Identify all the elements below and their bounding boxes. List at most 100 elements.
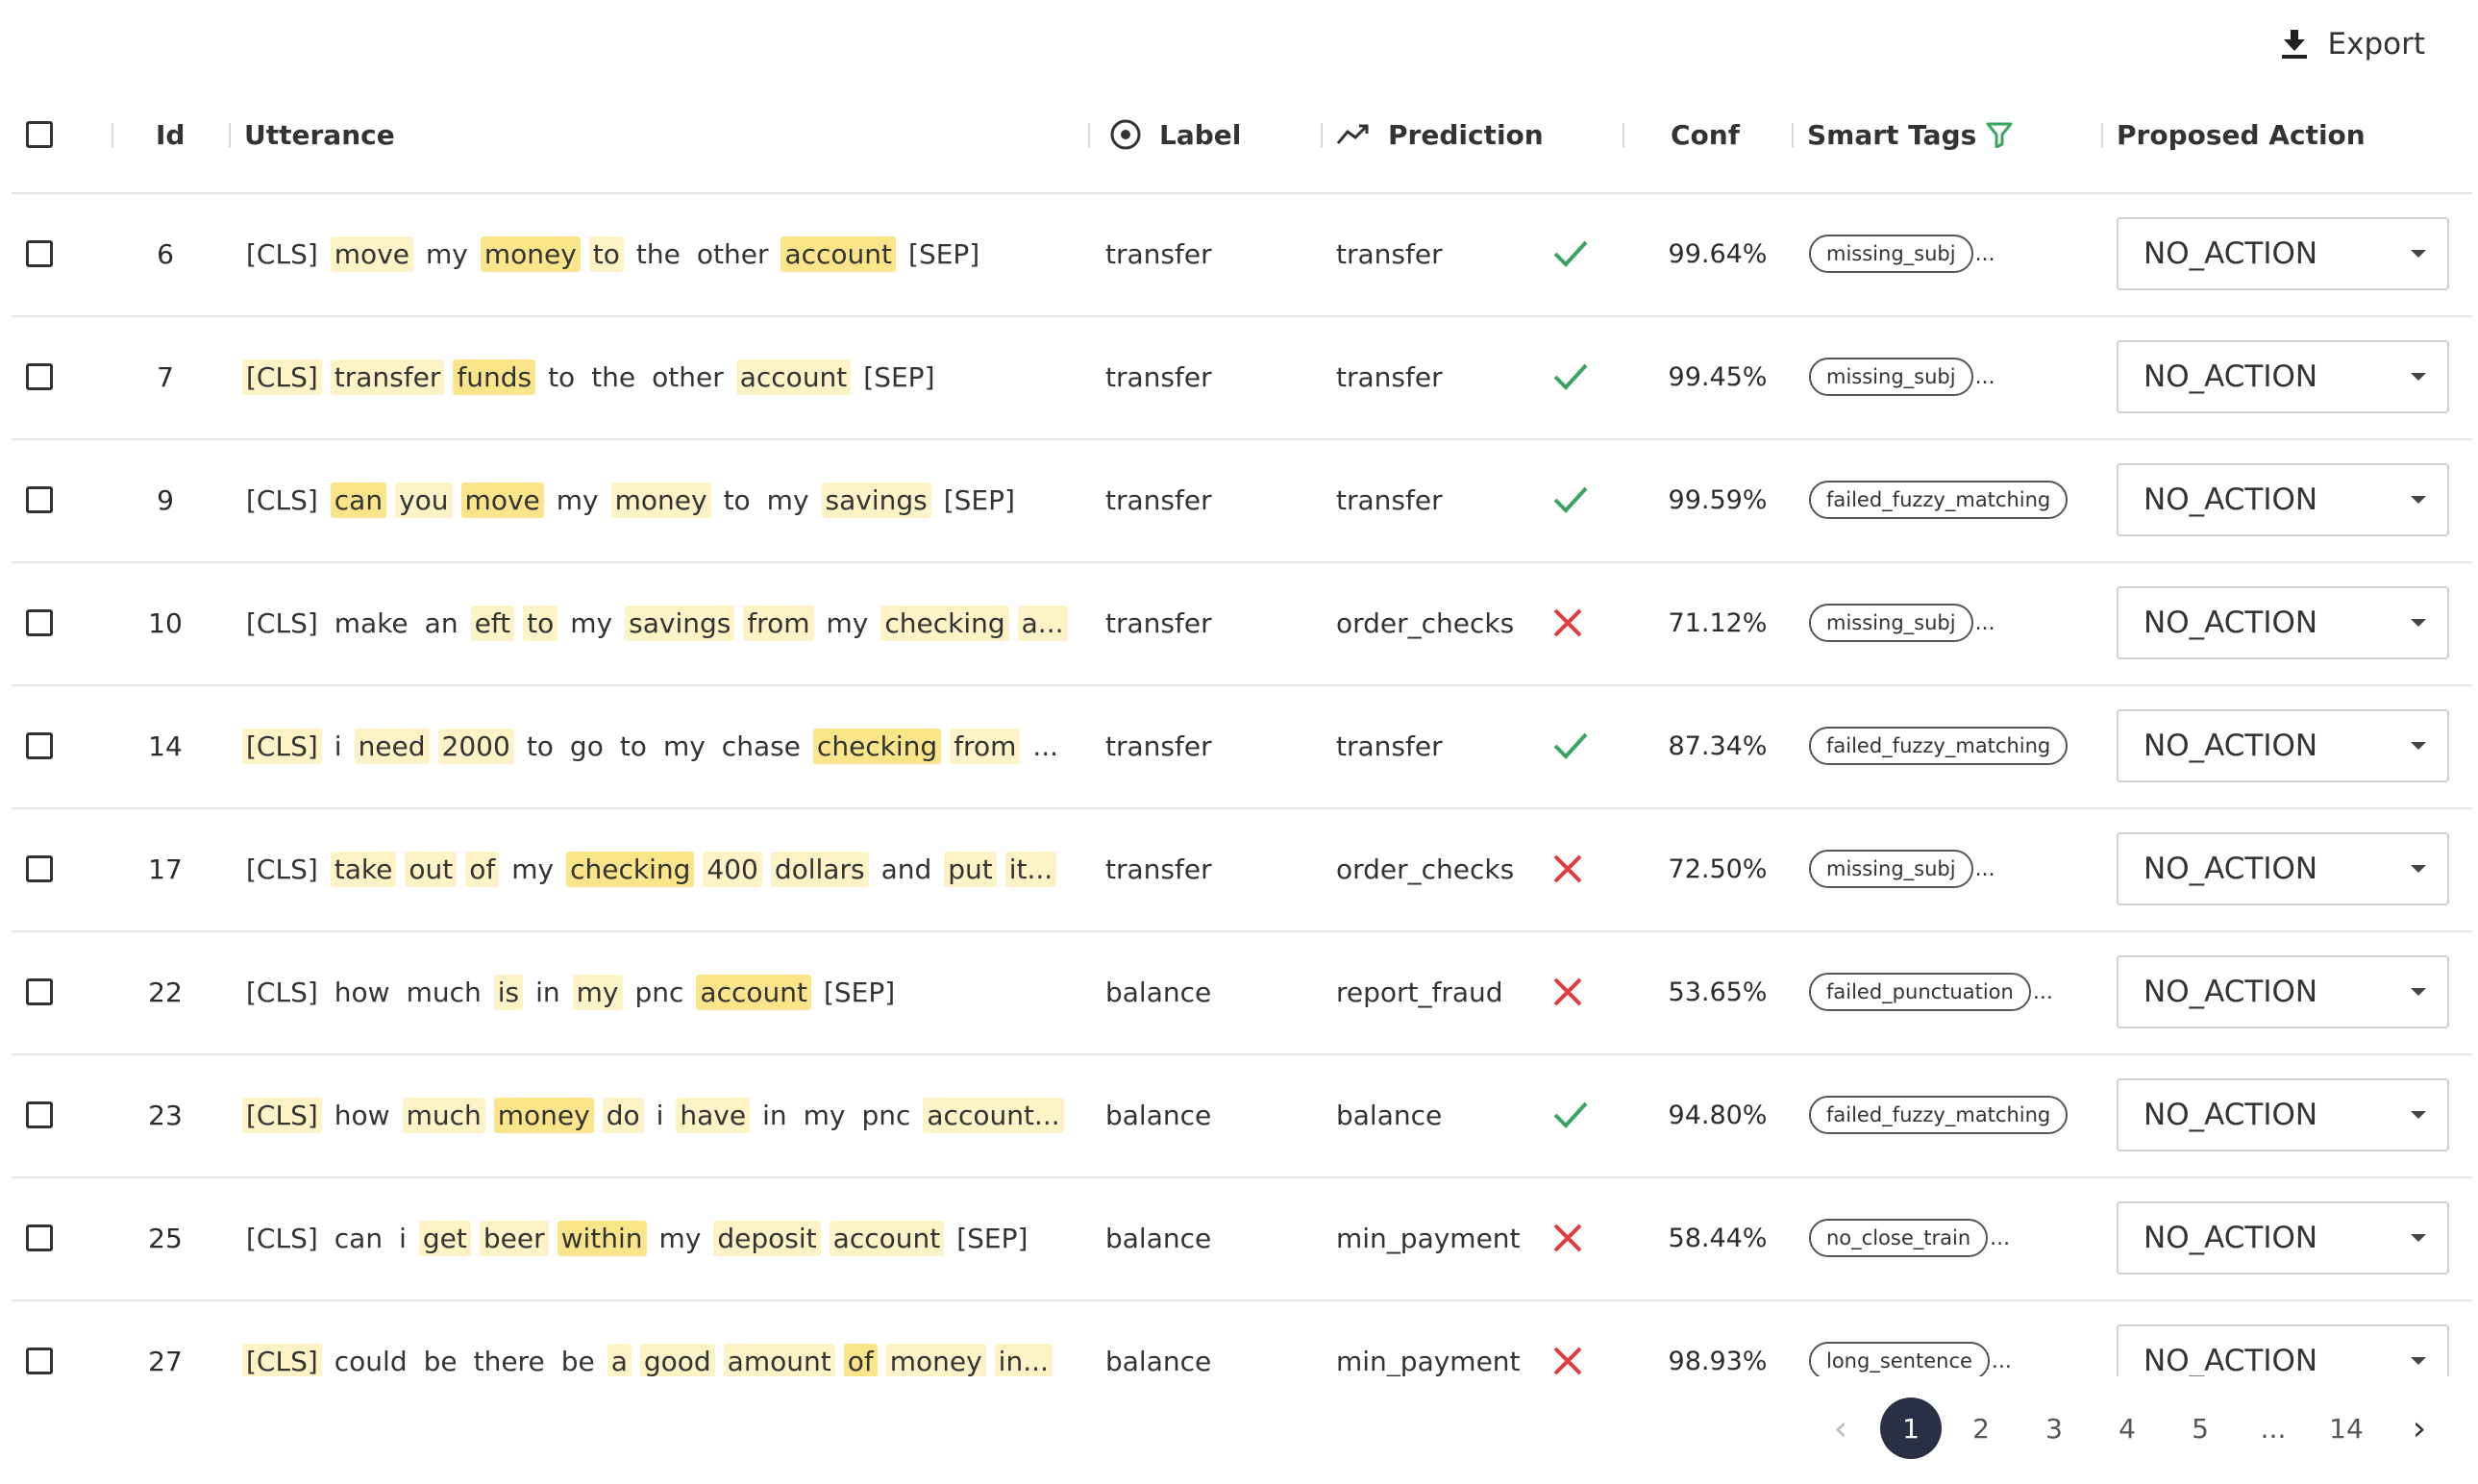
- more-tags[interactable]: ...: [2033, 980, 2053, 1004]
- utterance-token: can: [334, 1222, 384, 1254]
- utterance-token: to: [723, 483, 751, 516]
- row-checkbox-cell: [26, 807, 53, 930]
- filter-icon[interactable]: [1986, 121, 2013, 148]
- row-id: 6: [157, 237, 174, 270]
- header-label[interactable]: Label: [1109, 77, 1241, 192]
- row-id: 27: [148, 1345, 183, 1377]
- proposed-action-select[interactable]: NO_ACTION: [2117, 463, 2449, 536]
- proposed-action-select[interactable]: NO_ACTION: [2117, 340, 2449, 413]
- smart-tag[interactable]: failed_fuzzy_matching: [1809, 1096, 2069, 1134]
- row-checkbox-cell: [26, 1053, 53, 1176]
- smart-tag[interactable]: long_sentence: [1809, 1342, 1990, 1376]
- utterance-token: i: [399, 1222, 407, 1254]
- smart-tag[interactable]: missing_subj: [1809, 235, 1973, 273]
- label-value: balance: [1105, 1345, 1212, 1377]
- smart-tags-cell: missing_subj...: [1809, 807, 1995, 930]
- utterance-token: [SEP]: [823, 976, 896, 1008]
- proposed-action-select[interactable]: NO_ACTION: [2117, 832, 2449, 905]
- utterance-token: much: [402, 1097, 485, 1133]
- page-button[interactable]: 2: [1947, 1397, 2015, 1459]
- more-tags[interactable]: ...: [1990, 1226, 2010, 1250]
- caret-down-icon: [2411, 250, 2426, 258]
- row-id: 9: [157, 483, 174, 516]
- target-icon: [1110, 119, 1141, 150]
- utterance-token: how: [334, 976, 390, 1008]
- row-checkbox[interactable]: [26, 855, 53, 882]
- row-checkbox[interactable]: [26, 1224, 53, 1251]
- utterance-token: account: [696, 974, 811, 1010]
- page-button[interactable]: 14: [2313, 1397, 2380, 1459]
- label-value: transfer: [1105, 853, 1212, 885]
- smart-tag[interactable]: failed_fuzzy_matching: [1809, 481, 2069, 519]
- row-checkbox[interactable]: [26, 363, 53, 390]
- more-tags[interactable]: ...: [1975, 365, 1995, 389]
- row-checkbox-cell: [26, 684, 53, 807]
- header-conf[interactable]: Conf: [1671, 77, 1740, 192]
- header-prediction[interactable]: Prediction: [1336, 77, 1544, 192]
- row-checkbox[interactable]: [26, 1101, 53, 1128]
- page-button[interactable]: 5: [2167, 1397, 2234, 1459]
- utterance-token: pnc: [634, 976, 684, 1008]
- select-all-checkbox[interactable]: [26, 121, 53, 148]
- row-checkbox-cell: [26, 438, 53, 561]
- proposed-action-select[interactable]: NO_ACTION: [2117, 955, 2449, 1028]
- utterance-token: is: [493, 974, 524, 1010]
- utterance-token: out: [405, 851, 458, 887]
- header-utterance[interactable]: Utterance: [244, 77, 395, 192]
- smart-tag[interactable]: no_close_train: [1809, 1219, 1989, 1257]
- smart-tag[interactable]: failed_fuzzy_matching: [1809, 727, 2069, 765]
- smart-tag[interactable]: missing_subj: [1809, 850, 1973, 888]
- more-tags[interactable]: ...: [1975, 242, 1995, 266]
- utterance-token: [CLS]: [242, 728, 322, 764]
- row-checkbox[interactable]: [26, 978, 53, 1005]
- proposed-action-value: NO_ACTION: [2143, 482, 2318, 517]
- page-button[interactable]: 3: [2020, 1397, 2088, 1459]
- row-checkbox[interactable]: [26, 1348, 53, 1374]
- utterance-token: to: [619, 730, 647, 762]
- proposed-action-select[interactable]: NO_ACTION: [2117, 217, 2449, 290]
- next-page-button[interactable]: ›: [2386, 1397, 2453, 1459]
- utterance-token: savings: [821, 482, 931, 518]
- header-proposed-action[interactable]: Proposed Action: [2117, 77, 2366, 192]
- more-tags[interactable]: ...: [1975, 857, 1995, 881]
- proposed-action-value: NO_ACTION: [2143, 359, 2318, 394]
- check-icon: [1551, 438, 1590, 561]
- conf-value: 87.34%: [1668, 730, 1768, 761]
- utterance-token: make: [334, 606, 409, 639]
- prediction-value: transfer: [1336, 483, 1443, 516]
- page-button[interactable]: 1: [1880, 1397, 1942, 1459]
- proposed-action-select[interactable]: NO_ACTION: [2117, 586, 2449, 659]
- row-checkbox[interactable]: [26, 732, 53, 759]
- utterance-token: my: [662, 730, 706, 762]
- page-button[interactable]: 4: [2094, 1397, 2161, 1459]
- utterance-token: be: [423, 1345, 458, 1377]
- proposed-action-select[interactable]: NO_ACTION: [2117, 1201, 2449, 1274]
- proposed-action-select[interactable]: NO_ACTION: [2117, 709, 2449, 782]
- header-smart-tags[interactable]: Smart Tags: [1807, 77, 2013, 192]
- smart-tag[interactable]: missing_subj: [1809, 604, 1973, 642]
- smart-tag[interactable]: failed_punctuation: [1809, 973, 2031, 1011]
- row-checkbox-cell: [26, 315, 53, 438]
- row-checkbox[interactable]: [26, 609, 53, 636]
- smart-tags-cell: failed_fuzzy_matching: [1809, 684, 2069, 807]
- row-checkbox[interactable]: [26, 240, 53, 267]
- utterance-token: other: [696, 237, 769, 270]
- utterance-token: account: [829, 1220, 945, 1256]
- export-button[interactable]: Export: [2281, 27, 2425, 62]
- proposed-action-select[interactable]: NO_ACTION: [2117, 1324, 2449, 1376]
- proposed-action-value: NO_ACTION: [2143, 1344, 2318, 1376]
- prediction-value: transfer: [1336, 360, 1443, 393]
- utterance-token: money: [480, 235, 581, 272]
- more-tags[interactable]: ...: [1975, 611, 1995, 635]
- proposed-action-cell: NO_ACTION: [2117, 684, 2449, 807]
- prev-page-button[interactable]: ‹: [1807, 1397, 1874, 1459]
- utterance-token: account: [735, 359, 852, 395]
- more-tags[interactable]: ...: [1992, 1349, 2012, 1373]
- page-ellipsis: ...: [2260, 1412, 2287, 1445]
- proposed-action-select[interactable]: NO_ACTION: [2117, 1078, 2449, 1151]
- smart-tag[interactable]: missing_subj: [1809, 358, 1973, 396]
- row-checkbox[interactable]: [26, 486, 53, 513]
- utterance: [CLS] make an eft to my savings from my checking a…: [242, 561, 1077, 684]
- header-id[interactable]: Id: [156, 77, 185, 192]
- utterance-token: [CLS]: [246, 483, 318, 516]
